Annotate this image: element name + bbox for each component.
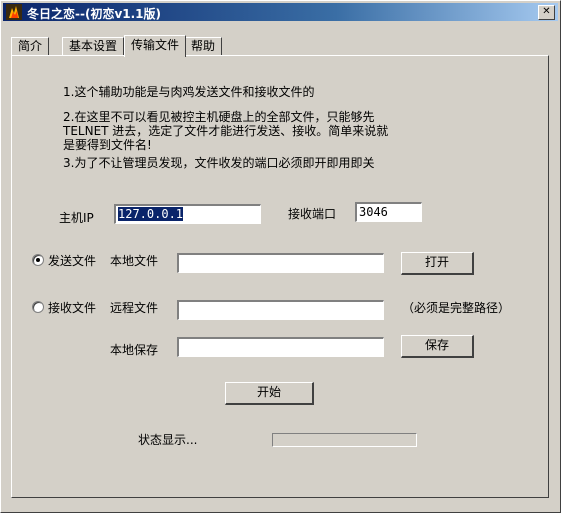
main-window: 冬日之恋--(初恋v1.1版) ✕ 简介 基本设置 传输文件 帮助 1.这个辅助… — [0, 0, 561, 513]
receive-file-label[interactable]: 接收文件 — [48, 299, 96, 316]
port-label: 接收端口 — [288, 207, 337, 221]
tab-basic-settings[interactable]: 基本设置 — [62, 37, 125, 56]
open-button[interactable]: 打开 — [401, 252, 474, 275]
local-file-input[interactable] — [177, 253, 384, 273]
port-input[interactable]: 3046 — [355, 202, 422, 222]
send-file-label[interactable]: 发送文件 — [48, 252, 96, 269]
info-line-1: 1.这个辅助功能是与肉鸡发送文件和接收文件的 — [63, 85, 315, 99]
local-save-input[interactable] — [177, 337, 384, 357]
window-title: 冬日之恋--(初恋v1.1版) — [27, 7, 162, 21]
host-ip-value: 127.0.0.1 — [118, 207, 184, 221]
host-ip-label: 主机IP — [59, 211, 94, 225]
status-progress-bar — [272, 433, 417, 447]
close-icon: ✕ — [542, 6, 551, 17]
radio-selected-dot — [36, 258, 40, 262]
start-button[interactable]: 开始 — [225, 382, 314, 405]
local-save-label: 本地保存 — [110, 343, 159, 357]
remote-file-input[interactable] — [177, 300, 384, 320]
host-ip-input[interactable]: 127.0.0.1 — [114, 204, 261, 224]
tab-transfer-files[interactable]: 传输文件 — [124, 35, 187, 57]
transfer-panel: 1.这个辅助功能是与肉鸡发送文件和接收文件的 2.在这里不可以看见被控主机硬盘上… — [11, 55, 549, 498]
title-bar[interactable]: 冬日之恋--(初恋v1.1版) ✕ — [3, 3, 558, 21]
full-path-hint: （必须是完整路径） — [402, 301, 511, 315]
send-file-radio[interactable] — [32, 254, 44, 266]
save-button[interactable]: 保存 — [401, 335, 474, 358]
tab-help[interactable]: 帮助 — [184, 37, 223, 56]
close-button[interactable]: ✕ — [538, 5, 555, 20]
receive-file-radio[interactable] — [32, 301, 44, 313]
status-label: 状态显示... — [138, 433, 198, 447]
local-file-label: 本地文件 — [110, 254, 159, 268]
remote-file-label: 远程文件 — [110, 301, 159, 315]
info-line-3: 3.为了不让管理员发现，文件收发的端口必须即开即用即关 — [63, 156, 375, 170]
info-line-2c: 是要得到文件名! — [63, 138, 152, 152]
app-flame-icon — [6, 4, 22, 20]
tab-intro[interactable]: 简介 — [11, 37, 50, 56]
